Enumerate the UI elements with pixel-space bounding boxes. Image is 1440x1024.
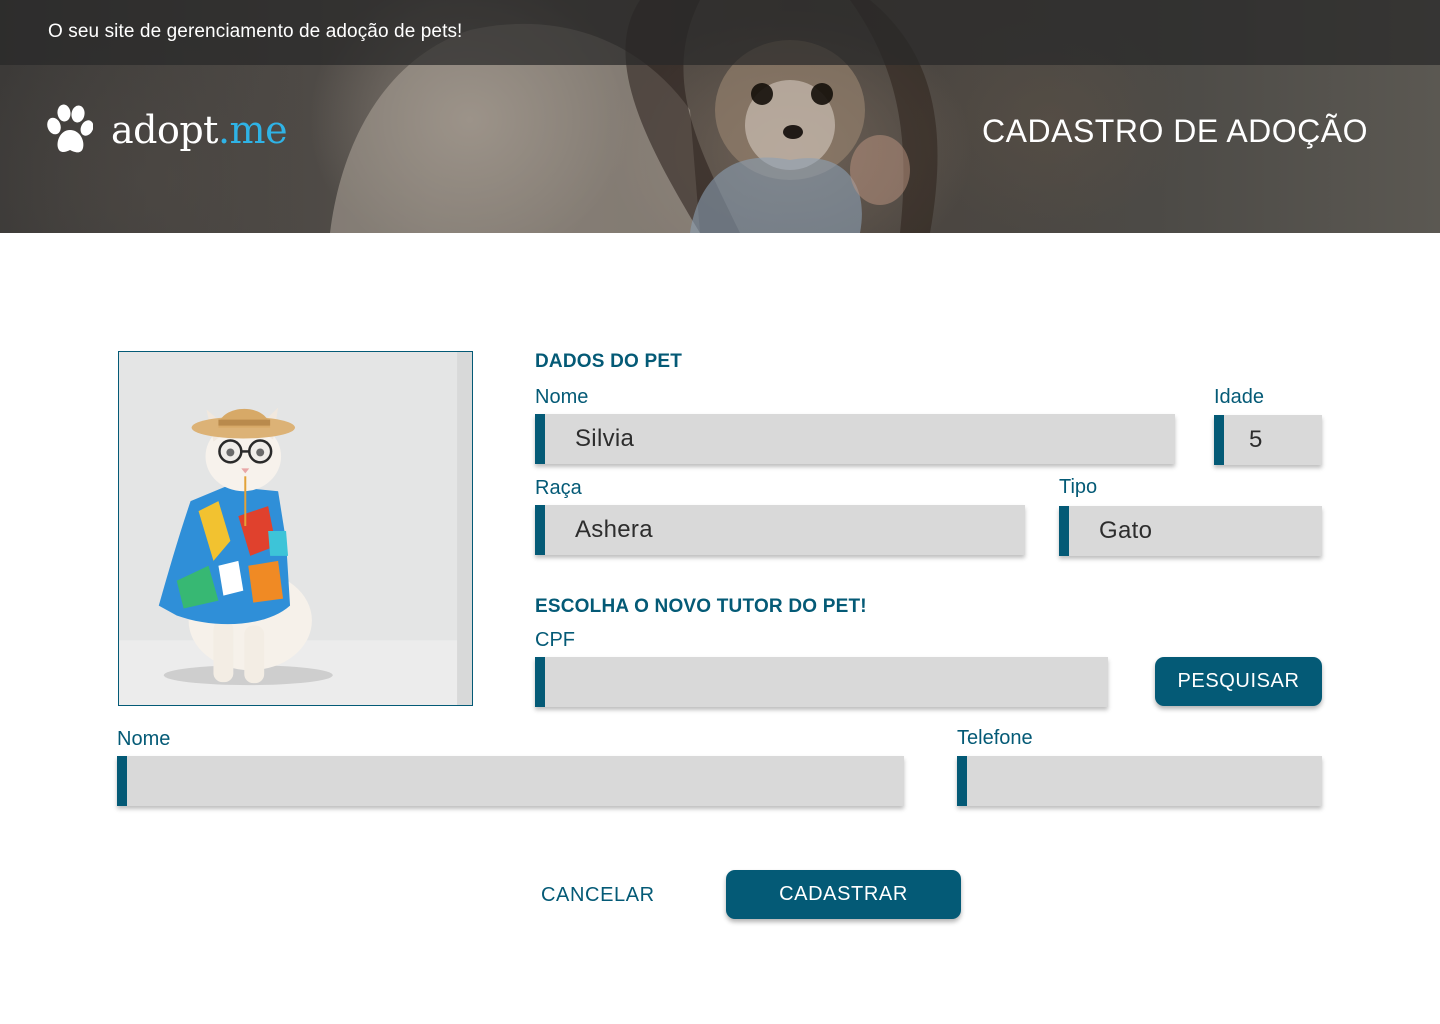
pet-breed-field[interactable]: Ashera bbox=[535, 505, 1025, 555]
pet-name-field[interactable]: Silvia bbox=[535, 414, 1175, 464]
pet-photo bbox=[118, 351, 473, 706]
search-button[interactable]: PESQUISAR bbox=[1155, 657, 1322, 706]
cat-image bbox=[119, 352, 472, 705]
page-title: CADASTRO DE ADOÇÃO bbox=[982, 113, 1368, 149]
cpf-input[interactable] bbox=[535, 657, 1108, 707]
tutor-section-title: ESCOLHA O NOVO TUTOR DO PET! bbox=[535, 596, 867, 617]
pet-type-label: Tipo bbox=[1059, 476, 1098, 498]
logo-suffix: .me bbox=[217, 108, 288, 152]
logo[interactable]: adopt.me bbox=[45, 103, 288, 157]
hero-header: O seu site de gerenciamento de adoção de… bbox=[0, 0, 1440, 233]
pet-age-label: Idade bbox=[1214, 386, 1265, 408]
cancel-button[interactable]: CANCELAR bbox=[541, 884, 655, 907]
pet-breed-label: Raça bbox=[535, 477, 582, 499]
site-tagline: O seu site de gerenciamento de adoção de… bbox=[48, 21, 463, 42]
cpf-label: CPF bbox=[535, 629, 575, 651]
phone-input[interactable] bbox=[957, 756, 1322, 806]
pet-name-label: Nome bbox=[535, 386, 589, 408]
pet-type-field[interactable]: Gato bbox=[1059, 506, 1322, 556]
phone-label: Telefone bbox=[957, 727, 1033, 749]
tutor-name-input[interactable] bbox=[117, 756, 904, 806]
pet-age-field[interactable]: 5 bbox=[1214, 415, 1322, 465]
logo-name: adopt bbox=[111, 108, 218, 152]
submit-button[interactable]: CADASTRAR bbox=[726, 870, 961, 919]
logo-text: adopt.me bbox=[111, 108, 288, 152]
top-bar: O seu site de gerenciamento de adoção de… bbox=[0, 0, 1440, 65]
tutor-name-label: Nome bbox=[117, 728, 171, 750]
pet-section-title: DADOS DO PET bbox=[535, 351, 683, 372]
paw-icon bbox=[47, 104, 93, 153]
